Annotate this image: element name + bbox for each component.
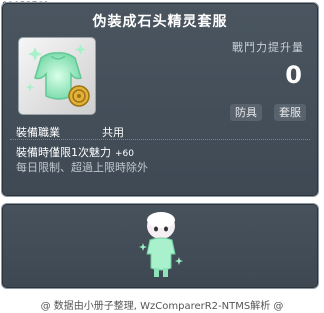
equip-limit-line: 裝備時僅限1次魅力 +60 — [16, 144, 134, 160]
job-label: 裝備職業 — [16, 126, 60, 139]
green-overall-icon — [26, 44, 90, 107]
power-increase-label: 戰鬥力提升量 — [232, 41, 304, 54]
tag-set: 套服 — [274, 104, 306, 121]
equip-limit-bonus: +60 — [115, 149, 134, 159]
character-preview-panel — [1, 203, 319, 289]
item-icon-box[interactable] — [18, 37, 96, 115]
equip-limit-desc: 每日限制、超過上限時除外 — [16, 161, 148, 174]
item-title: 伪装成石头精灵套服 — [92, 14, 228, 30]
tag-armor: 防具 — [230, 104, 262, 121]
gold-coin-badge-icon — [68, 85, 90, 107]
equip-limit-text: 裝備時僅限1次魅力 — [16, 146, 111, 159]
power-increase-value: 0 — [285, 61, 302, 89]
item-tooltip-window: 01053761 伪装成石头精灵套服 — [0, 0, 324, 313]
item-tooltip-panel: 伪装成石头精灵套服 戰鬥力提升量 0 防具 套服 裝備職業 共用 裝備時僅限1次… — [1, 2, 319, 197]
character-preview — [139, 212, 183, 277]
job-value: 共用 — [102, 126, 124, 139]
divider — [10, 139, 310, 140]
footer-credit: @ 数据由小册子整理, WzComparerR2-NTMS解析 @ — [40, 301, 284, 312]
